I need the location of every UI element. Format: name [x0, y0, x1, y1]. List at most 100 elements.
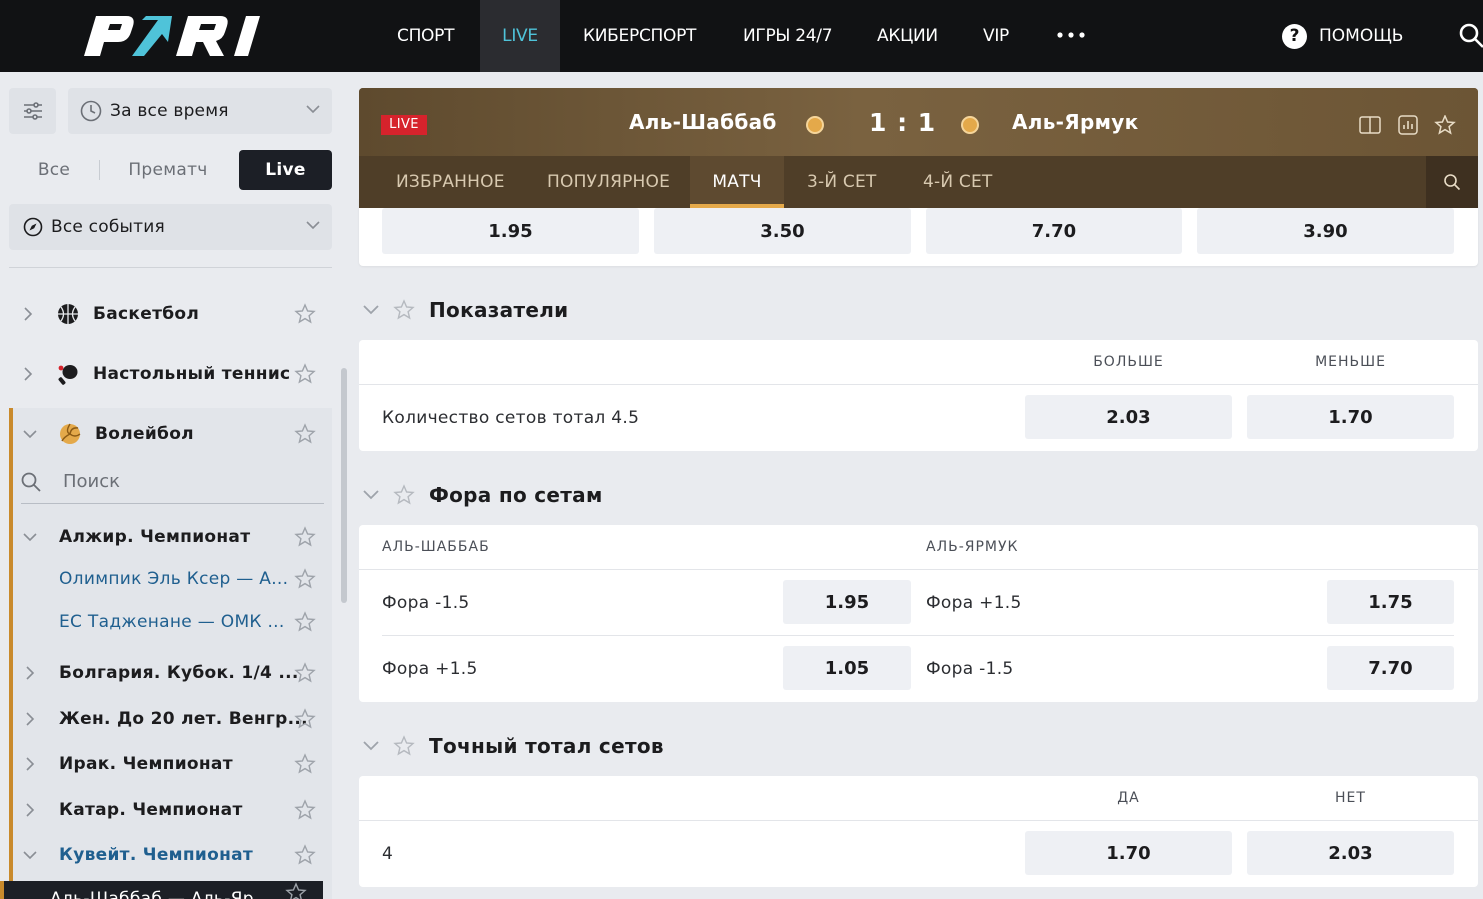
market-row-label: Фора -1.5 [382, 593, 470, 613]
star-icon[interactable] [294, 753, 316, 775]
column-header: МЕНЬШЕ [1315, 354, 1386, 370]
tab-all[interactable]: Все [9, 150, 99, 190]
match-label: Олимпик Эль Ксер — А... [59, 569, 289, 589]
selected-match-item[interactable]: Аль-Шаббаб — Аль-Яр... [0, 881, 323, 899]
events-filter-select[interactable]: Все события [9, 204, 332, 250]
match-label: Аль-Шаббаб — Аль-Яр... [50, 889, 271, 899]
tab-favorites[interactable]: ИЗБРАННОЕ [396, 156, 505, 208]
sidebar-item-table-tennis[interactable]: Настольный теннис [9, 349, 332, 399]
pari-logo[interactable] [74, 12, 270, 60]
favorite-star-icon[interactable] [1434, 115, 1456, 135]
odd-button[interactable]: 7.70 [926, 208, 1182, 254]
chevron-down-icon [23, 430, 37, 439]
nav-promotions[interactable]: АКЦИИ [877, 0, 938, 72]
league-item[interactable]: Алжир. Чемпионат [13, 514, 332, 560]
odd-button[interactable]: 1.70 [1247, 395, 1454, 439]
star-icon[interactable] [294, 568, 316, 590]
sliders-icon [23, 102, 42, 120]
match-item[interactable]: Олимпик Эль Ксер — А... [13, 558, 332, 600]
live-badge: LIVE [381, 115, 427, 135]
column-header: НЕТ [1335, 790, 1366, 806]
nav-sport[interactable]: СПОРТ [397, 0, 454, 72]
tab-popular[interactable]: ПОПУЛЯРНОЕ [547, 156, 670, 208]
market-search-button[interactable] [1426, 156, 1478, 208]
sidebar-item-volleyball[interactable]: Волейбол [13, 410, 332, 458]
league-label: Ирак. Чемпионат [59, 754, 233, 774]
market-section-header[interactable]: Точный тотал сетов [359, 728, 664, 764]
statistics-icon[interactable] [1397, 115, 1419, 135]
sidebar: За все время Все Прематч Live Все событи… [0, 72, 342, 899]
odd-button[interactable]: 1.05 [783, 646, 911, 690]
tab-separator [99, 160, 100, 180]
league-search-input[interactable]: Поиск [21, 460, 324, 504]
league-item[interactable]: Катар. Чемпионат [13, 788, 332, 832]
tab-set-3[interactable]: 3-Й СЕТ [807, 156, 876, 208]
divider [359, 820, 1478, 821]
league-item[interactable]: Жен. До 20 лет. Венгр... [13, 697, 332, 741]
match-item[interactable]: ЕС Тадженане — ОМК ... [13, 601, 332, 643]
sidebar-scrollbar[interactable] [341, 368, 347, 603]
odd-button[interactable]: 7.70 [1327, 646, 1454, 690]
star-icon[interactable] [285, 882, 307, 899]
market-row-label: 4 [382, 844, 394, 864]
star-icon[interactable] [294, 303, 316, 325]
star-icon[interactable] [294, 844, 316, 866]
help-button[interactable]: ? ПОМОЩЬ [1282, 23, 1403, 49]
search-icon[interactable] [1458, 22, 1483, 50]
main-odds-card: 1.95 3.50 7.70 3.90 [359, 198, 1478, 266]
league-item[interactable]: Болгария. Кубок. 1/4 ... [13, 651, 332, 695]
star-icon[interactable] [393, 484, 415, 506]
star-icon[interactable] [294, 708, 316, 730]
odd-button[interactable]: 1.95 [382, 208, 639, 254]
league-item-active[interactable]: Кувейт. Чемпионат [13, 833, 332, 877]
more-menu-icon[interactable] [1056, 27, 1086, 43]
odd-button[interactable]: 1.95 [783, 580, 911, 624]
odd-button[interactable]: 3.50 [654, 208, 911, 254]
tab-match[interactable]: МАТЧ [690, 156, 784, 208]
search-icon [21, 472, 41, 492]
star-icon[interactable] [393, 299, 415, 321]
market-title: Фора по сетам [429, 483, 603, 507]
serve-indicator-icon [961, 116, 979, 134]
divider [382, 635, 1454, 636]
tab-set-4[interactable]: 4-Й СЕТ [923, 156, 992, 208]
market-title: Точный тотал сетов [429, 734, 664, 758]
home-team-name: Аль-Шаббаб [629, 110, 777, 134]
star-icon[interactable] [294, 662, 316, 684]
star-icon[interactable] [294, 799, 316, 821]
match-label: ЕС Тадженане — ОМК ... [59, 612, 285, 632]
odd-button[interactable]: 2.03 [1025, 395, 1232, 439]
nav-live[interactable]: LIVE [480, 0, 560, 72]
nav-games[interactable]: ИГРЫ 24/7 [743, 0, 833, 72]
market-title: Показатели [429, 298, 569, 322]
split-view-icon[interactable] [1359, 115, 1381, 135]
market-section-header[interactable]: Показатели [359, 292, 568, 328]
sidebar-divider [9, 267, 332, 268]
question-icon: ? [1282, 23, 1307, 49]
volleyball-section: Волейбол Поиск Алжир. Чемпионат Олимпик … [9, 408, 332, 899]
tab-live[interactable]: Live [239, 150, 332, 190]
filter-settings-button[interactable] [9, 88, 56, 134]
league-item[interactable]: Ирак. Чемпионат [13, 742, 332, 786]
chevron-right-icon [26, 712, 35, 726]
column-header: ДА [1117, 790, 1140, 806]
market-section-header[interactable]: Фора по сетам [359, 477, 603, 513]
chevron-down-icon [306, 221, 320, 230]
odd-button[interactable]: 1.75 [1327, 580, 1454, 624]
star-icon[interactable] [294, 526, 316, 548]
star-icon[interactable] [294, 611, 316, 633]
odd-button[interactable]: 1.70 [1025, 831, 1232, 875]
sidebar-item-basketball[interactable]: Баскетбол [9, 289, 332, 339]
nav-esports[interactable]: КИБЕРСПОРТ [583, 0, 696, 72]
tab-prematch[interactable]: Прематч [104, 150, 232, 190]
star-icon[interactable] [294, 363, 316, 385]
compass-icon [23, 217, 43, 237]
chevron-down-icon [23, 533, 37, 542]
time-filter-select[interactable]: За все время [68, 88, 332, 134]
scoreboard: LIVE Аль-Шаббаб 1 : 1 Аль-Ярмук [359, 88, 1478, 156]
odd-button[interactable]: 3.90 [1197, 208, 1454, 254]
star-icon[interactable] [294, 423, 316, 445]
odd-button[interactable]: 2.03 [1247, 831, 1454, 875]
nav-vip[interactable]: VIP [983, 0, 1009, 72]
star-icon[interactable] [393, 735, 415, 757]
